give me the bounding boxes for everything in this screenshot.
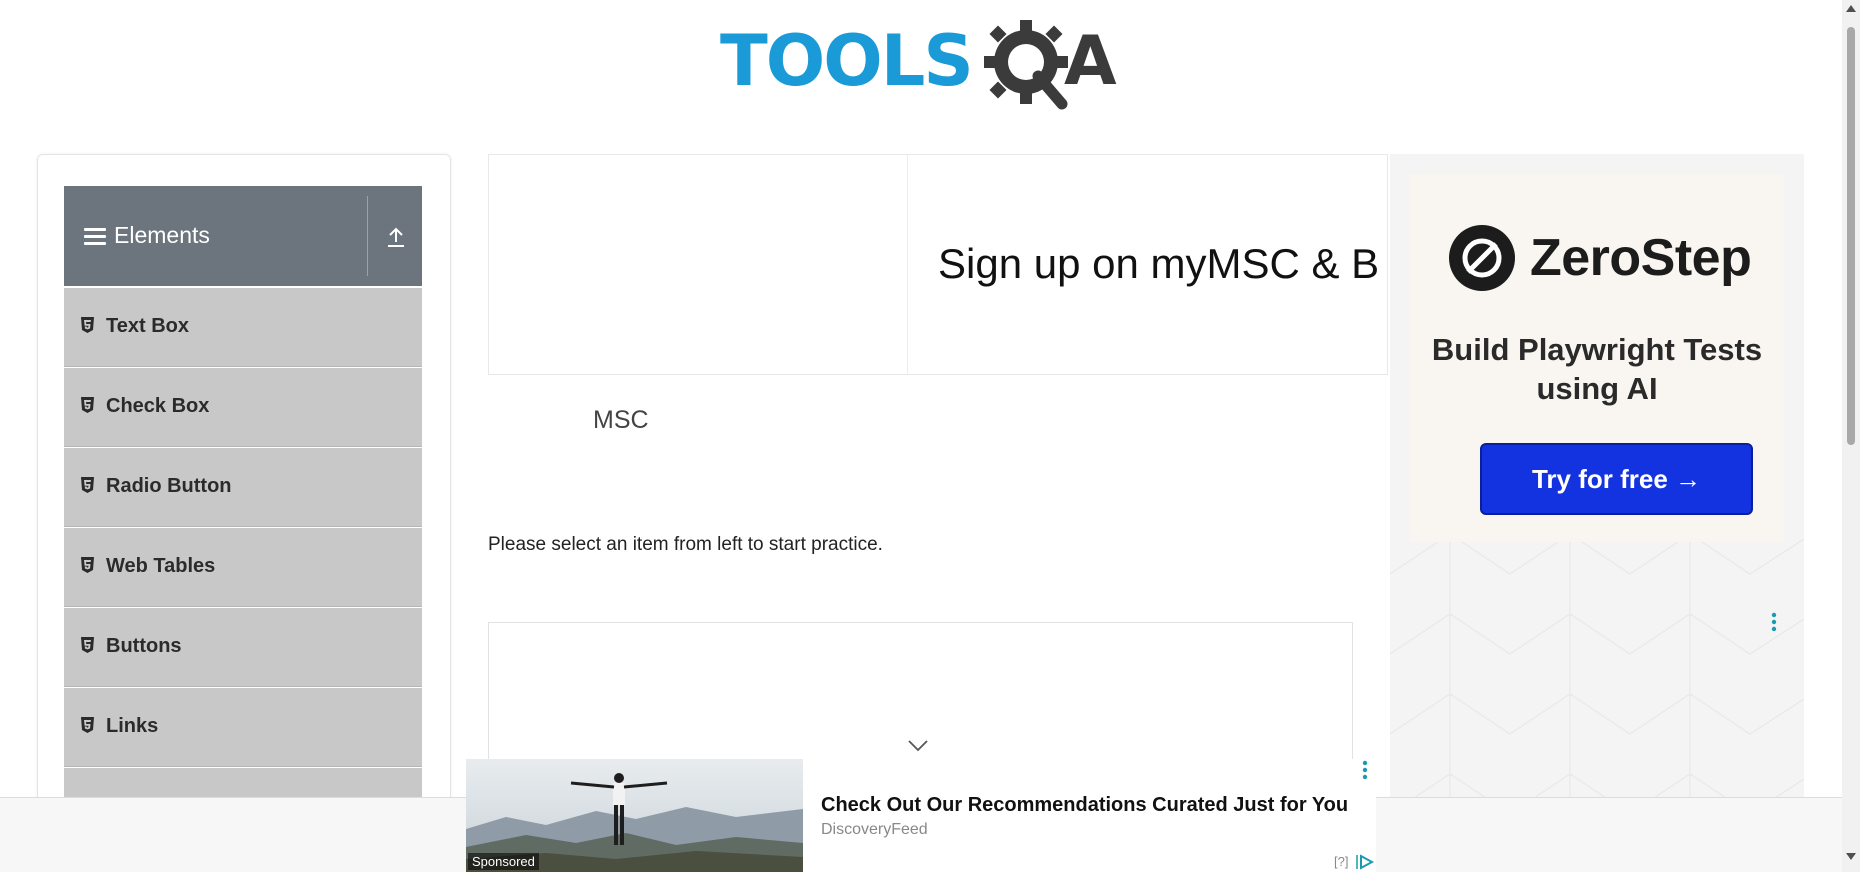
html5-icon xyxy=(81,317,94,333)
adchoices-icon[interactable] xyxy=(1356,854,1374,870)
sticky-ad-title[interactable]: Check Out Our Recommendations Curated Ju… xyxy=(821,794,1348,817)
menu-item-label: Radio Button xyxy=(106,475,232,497)
chevron-down-icon[interactable] xyxy=(907,739,929,753)
ad-card: ZeroStep Build Playwright Tests using AI… xyxy=(1410,174,1784,542)
ad-image-slot xyxy=(489,155,908,374)
sticky-ad-source: DiscoveryFeed xyxy=(821,821,928,838)
toolsqa-logo[interactable]: TOOLS A xyxy=(720,18,1125,114)
ad-tagline: Build Playwright Tests using AI xyxy=(1431,332,1763,406)
top-banner-ad[interactable]: Sign up on myMSC & B xyxy=(488,154,1388,375)
menu-item-radio-button[interactable]: Radio Button xyxy=(64,447,422,527)
ad-headline: Sign up on myMSC & B xyxy=(938,240,1380,287)
menu-item-label: Buttons xyxy=(106,635,182,657)
practice-instructions: Please select an item from left to start… xyxy=(488,534,883,555)
logo-text-a: A xyxy=(1064,22,1117,101)
zerostep-logo-icon xyxy=(1449,225,1515,291)
header-divider xyxy=(367,196,368,276)
more-options-icon[interactable] xyxy=(1362,760,1368,780)
html5-icon xyxy=(81,397,94,413)
html5-icon xyxy=(81,557,94,573)
menu-item-buttons[interactable]: Buttons xyxy=(64,607,422,687)
page-scrollbar[interactable] xyxy=(1842,0,1860,872)
html5-icon xyxy=(81,477,94,493)
html5-icon xyxy=(81,637,94,653)
brand-row: ZeroStep xyxy=(1448,224,1752,292)
left-panel: Elements Text Box Check Box Radio Button… xyxy=(37,154,451,872)
ad-photo: Sponsored xyxy=(466,759,803,872)
more-options-icon[interactable] xyxy=(1771,612,1777,632)
menu-item-label: Web Tables xyxy=(106,555,216,577)
menu-item-check-box[interactable]: Check Box xyxy=(64,367,422,447)
try-for-free-button[interactable]: Try for free → xyxy=(1480,443,1753,515)
collapse-up-icon[interactable] xyxy=(386,226,406,248)
scroll-up-arrow-icon[interactable] xyxy=(1846,5,1856,12)
scrollbar-thumb[interactable] xyxy=(1847,27,1855,445)
right-side-ad[interactable]: ZeroStep Build Playwright Tests using AI… xyxy=(1390,154,1804,872)
sponsored-label: Sponsored xyxy=(468,853,539,870)
ad-help-link[interactable]: [?] xyxy=(1334,854,1348,869)
scroll-down-arrow-icon[interactable] xyxy=(1846,853,1856,860)
elements-group-header[interactable]: Elements xyxy=(64,186,422,286)
logo-text-tools: TOOLS xyxy=(720,20,974,102)
ad-advertiser: MSC xyxy=(593,406,649,434)
menu-item-text-box[interactable]: Text Box xyxy=(64,287,422,367)
brand-name: ZeroStep xyxy=(1530,229,1752,287)
menu-item-label: Links xyxy=(106,715,159,737)
group-title: Elements xyxy=(114,222,210,248)
menu-item-label: Check Box xyxy=(106,395,210,417)
html5-icon xyxy=(81,717,94,733)
elements-menu-list: Text Box Check Box Radio Button Web Tabl… xyxy=(64,287,422,847)
menu-item-web-tables[interactable]: Web Tables xyxy=(64,527,422,607)
menu-item-label: Text Box xyxy=(106,315,189,337)
menu-icon xyxy=(84,228,106,246)
sticky-bottom-ad[interactable]: Sponsored Check Out Our Recommendations … xyxy=(466,759,1376,872)
menu-item-links[interactable]: Links xyxy=(64,687,422,767)
